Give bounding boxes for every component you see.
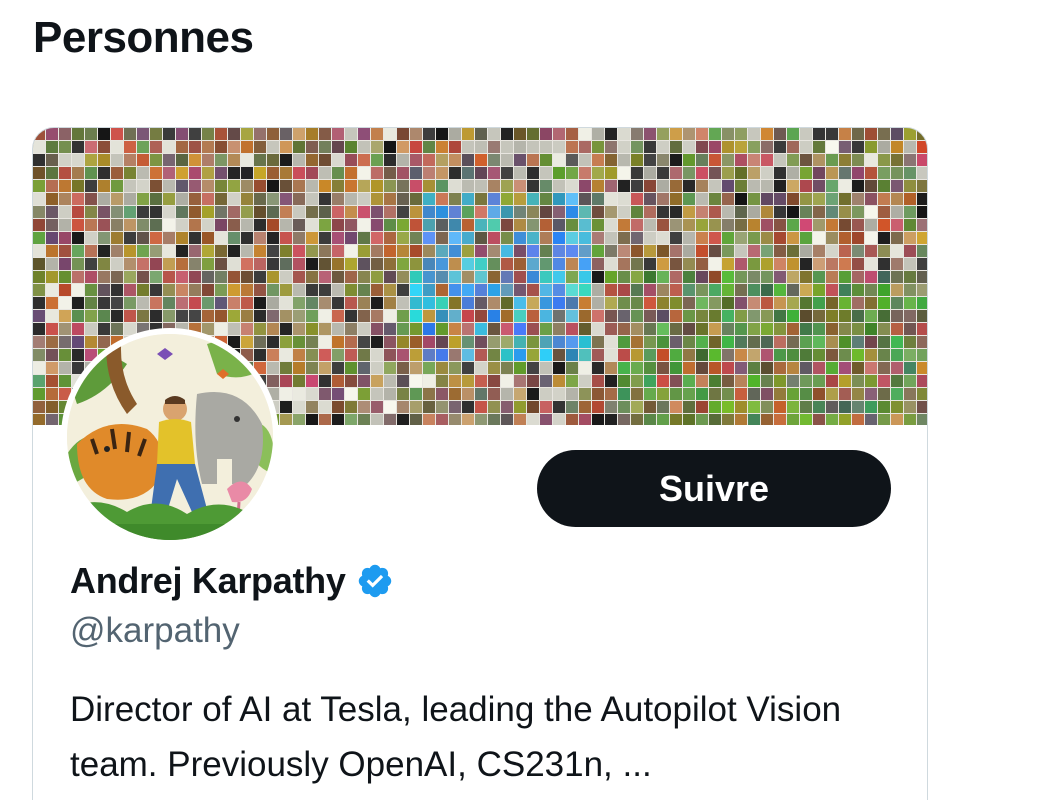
avatar[interactable] <box>61 328 279 546</box>
section-title: Personnes <box>33 13 254 62</box>
people-results-panel: Personnes Suivre Andrej Karpathy @karpat… <box>0 0 1059 800</box>
user-handle[interactable]: @karpathy <box>70 608 240 654</box>
display-name[interactable]: Andrej Karpathy <box>70 560 346 602</box>
verified-badge-icon <box>356 562 394 600</box>
follow-button[interactable]: Suivre <box>537 450 891 527</box>
user-card[interactable]: Suivre Andrej Karpathy @karpathy Directo… <box>32 127 928 800</box>
user-bio: Director of AI at Tesla, leading the Aut… <box>70 690 842 784</box>
display-name-row[interactable]: Andrej Karpathy <box>70 556 394 606</box>
